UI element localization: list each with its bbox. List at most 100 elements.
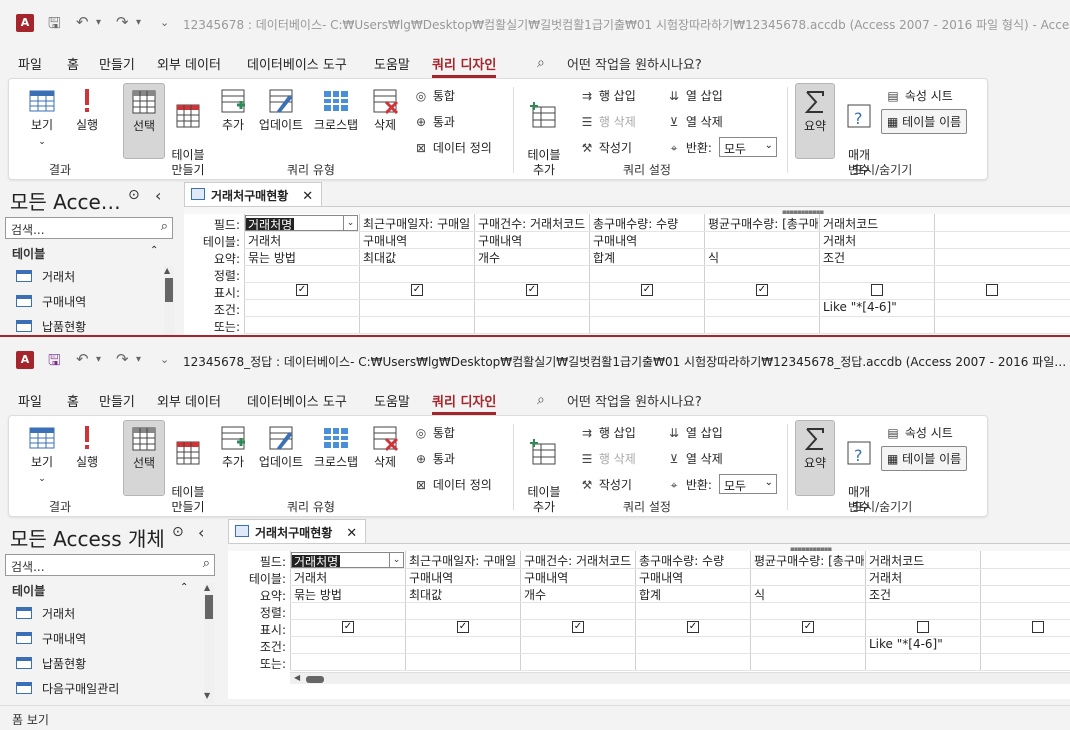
return-combo[interactable]: 모두 ⌄	[719, 137, 777, 157]
qbe-cell-table[interactable]: 구매내역	[636, 569, 749, 585]
qbe-cell-field[interactable]: 거래처코드	[820, 215, 933, 231]
nav-item-table[interactable]: 거래처	[16, 605, 75, 622]
pane-splitter[interactable]: ▪▪▪▪▪▪▪▪▪▪▪	[184, 206, 1070, 216]
nav-dropdown-icon[interactable]: ⊙	[128, 187, 140, 203]
show-checkbox[interactable]	[986, 284, 998, 296]
qbe-cell-sort[interactable]	[245, 266, 358, 282]
union-query-button[interactable]: ◎ 통합	[413, 424, 455, 441]
menu-database-tools[interactable]: 데이터베이스 도구	[247, 391, 347, 410]
show-checkbox[interactable]: ✓	[756, 284, 768, 296]
tell-me-input[interactable]: 어떤 작업을 원하시나요?	[567, 54, 702, 73]
totals-button[interactable]: 요약	[795, 420, 835, 496]
update-query-button[interactable]: 업데이트	[255, 87, 307, 133]
builder-button[interactable]: ⚒ 작성기	[579, 476, 632, 493]
qbe-cell-sort[interactable]	[866, 603, 979, 619]
qbe-cell-field[interactable]: 구매건수: 거래처코드	[521, 552, 634, 568]
delete-query-button[interactable]: 삭제	[367, 87, 403, 133]
qbe-cell-sort[interactable]	[475, 266, 588, 282]
delete-column-button[interactable]: ⊻ 열 삭제	[666, 450, 723, 467]
show-checkbox[interactable]: ✓	[526, 284, 538, 296]
qbe-cell-table[interactable]: 구매내역	[360, 232, 473, 248]
close-icon[interactable]: ✕	[302, 189, 313, 204]
nav-item-table[interactable]: 납품현황	[16, 655, 86, 672]
scroll-up-icon[interactable]: ▲	[204, 583, 210, 592]
qbe-cell-criteria[interactable]	[751, 637, 864, 653]
menu-help[interactable]: 도움말	[374, 54, 410, 73]
show-checkbox[interactable]	[1032, 621, 1044, 633]
qbe-cell-sort[interactable]	[636, 603, 749, 619]
qbe-cell-field[interactable]: 최근구매일자: 구매일	[360, 215, 473, 231]
qbe-cell-table[interactable]: 거래처	[291, 569, 404, 585]
nav-item-table[interactable]: 다음구매일관리	[16, 680, 119, 697]
show-checkbox[interactable]: ✓	[572, 621, 584, 633]
append-query-button[interactable]: 추가	[215, 424, 251, 470]
qbe-cell-total[interactable]: 식	[705, 249, 818, 265]
menu-file[interactable]: 파일	[18, 54, 42, 73]
qbe-cell-field[interactable]: 거래처코드	[866, 552, 979, 568]
qbe-cell-table[interactable]: 구매내역	[475, 232, 588, 248]
run-button[interactable]: 실행	[69, 424, 105, 470]
delete-row-button[interactable]: ☰ 행 삭제	[579, 113, 636, 130]
qbe-cell-field[interactable]	[981, 552, 1070, 568]
query-tab[interactable]: 거래처구매현황 ✕	[228, 519, 367, 543]
qbe-cell-field[interactable]: 평균구매수량: [총구매	[751, 552, 864, 568]
scroll-thumb[interactable]	[306, 676, 324, 683]
insert-column-button[interactable]: ⇊ 열 삽입	[666, 424, 723, 441]
chevron-up-icon[interactable]: ⌃	[150, 245, 158, 256]
qbe-cell-table[interactable]: 구매내역	[406, 569, 519, 585]
nav-section-tables[interactable]: 테이블	[12, 245, 45, 262]
show-checkbox[interactable]: ✓	[687, 621, 699, 633]
scroll-down-icon[interactable]: ▼	[204, 691, 210, 700]
qbe-cell-total[interactable]: 조건	[820, 249, 933, 265]
qbe-cell-total[interactable]: 식	[751, 586, 864, 602]
qbe-cell-criteria[interactable]	[981, 637, 1070, 653]
nav-pane-title[interactable]: 모든 Access 개체	[10, 523, 170, 552]
qbe-cell-sort[interactable]	[406, 603, 519, 619]
qbe-cell-field[interactable]: 총구매수량: 수량	[636, 552, 749, 568]
qbe-cell-sort[interactable]	[705, 266, 818, 282]
qbe-cell-criteria[interactable]	[406, 637, 519, 653]
menu-create[interactable]: 만들기	[99, 54, 135, 73]
crosstab-query-button[interactable]: 크로스탭	[309, 87, 363, 133]
undo-dropdown-icon[interactable]: ▾	[96, 354, 101, 365]
undo-dropdown-icon[interactable]: ▾	[96, 17, 101, 28]
chevron-down-icon[interactable]: ⌄	[389, 553, 403, 567]
pane-splitter[interactable]: ▪▪▪▪▪▪▪▪▪▪▪	[228, 543, 1070, 553]
qbe-cell-criteria[interactable]	[590, 300, 703, 316]
pass-through-button[interactable]: ⊕ 통과	[413, 450, 455, 467]
qbe-cell-total[interactable]: 개수	[521, 586, 634, 602]
qbe-cell-total[interactable]: 묶는 방법	[291, 586, 404, 602]
show-checkbox[interactable]	[871, 284, 883, 296]
totals-button[interactable]: 요약	[795, 83, 835, 159]
qbe-cell-field[interactable]: 평균구매수량: [총구매	[705, 215, 818, 231]
view-button[interactable]: 보기 ⌄	[23, 424, 61, 487]
qbe-cell-table[interactable]: 거래처	[245, 232, 358, 248]
redo-icon[interactable]: ↷	[116, 350, 129, 368]
query-tab[interactable]: 거래처구매현황 ✕	[184, 182, 323, 206]
qbe-cell-table[interactable]	[705, 232, 818, 248]
nav-search-input[interactable]: 검색... ⌕	[5, 217, 173, 239]
qbe-cell-sort[interactable]	[981, 603, 1070, 619]
chevron-down-icon[interactable]: ⌄	[343, 216, 357, 230]
qbe-cell-table[interactable]: 구매내역	[590, 232, 703, 248]
qbe-cell-sort[interactable]	[751, 603, 864, 619]
table-names-button[interactable]: ▦ 테이블 이름	[881, 446, 968, 471]
qbe-cell-criteria[interactable]	[291, 637, 404, 653]
qbe-cell-criteria[interactable]	[475, 300, 588, 316]
nav-pane-title[interactable]: 모든 Access...	[10, 186, 130, 215]
select-query-button[interactable]: 선택	[123, 420, 165, 496]
save-icon[interactable]: 🖫	[48, 350, 61, 375]
delete-column-button[interactable]: ⊻ 열 삭제	[666, 113, 723, 130]
close-icon[interactable]: ✕	[346, 526, 357, 541]
qbe-cell-field[interactable]: 총구매수량: 수량	[590, 215, 703, 231]
qbe-cell-table[interactable]	[751, 569, 864, 585]
customize-toolbar-icon[interactable]: ⌄	[160, 353, 169, 366]
nav-collapse-icon[interactable]: ‹	[155, 186, 161, 205]
qbe-cell-criteria[interactable]: Like "*[4-6]"	[820, 300, 933, 316]
make-table-button[interactable]: 테이블 만들기	[167, 87, 209, 178]
show-checkbox[interactable]: ✓	[802, 621, 814, 633]
qbe-cell-criteria[interactable]	[360, 300, 473, 316]
nav-item-table[interactable]: 거래처	[16, 268, 75, 285]
qbe-cell-total[interactable]: 개수	[475, 249, 588, 265]
qbe-cell-total[interactable]: 최대값	[406, 586, 519, 602]
